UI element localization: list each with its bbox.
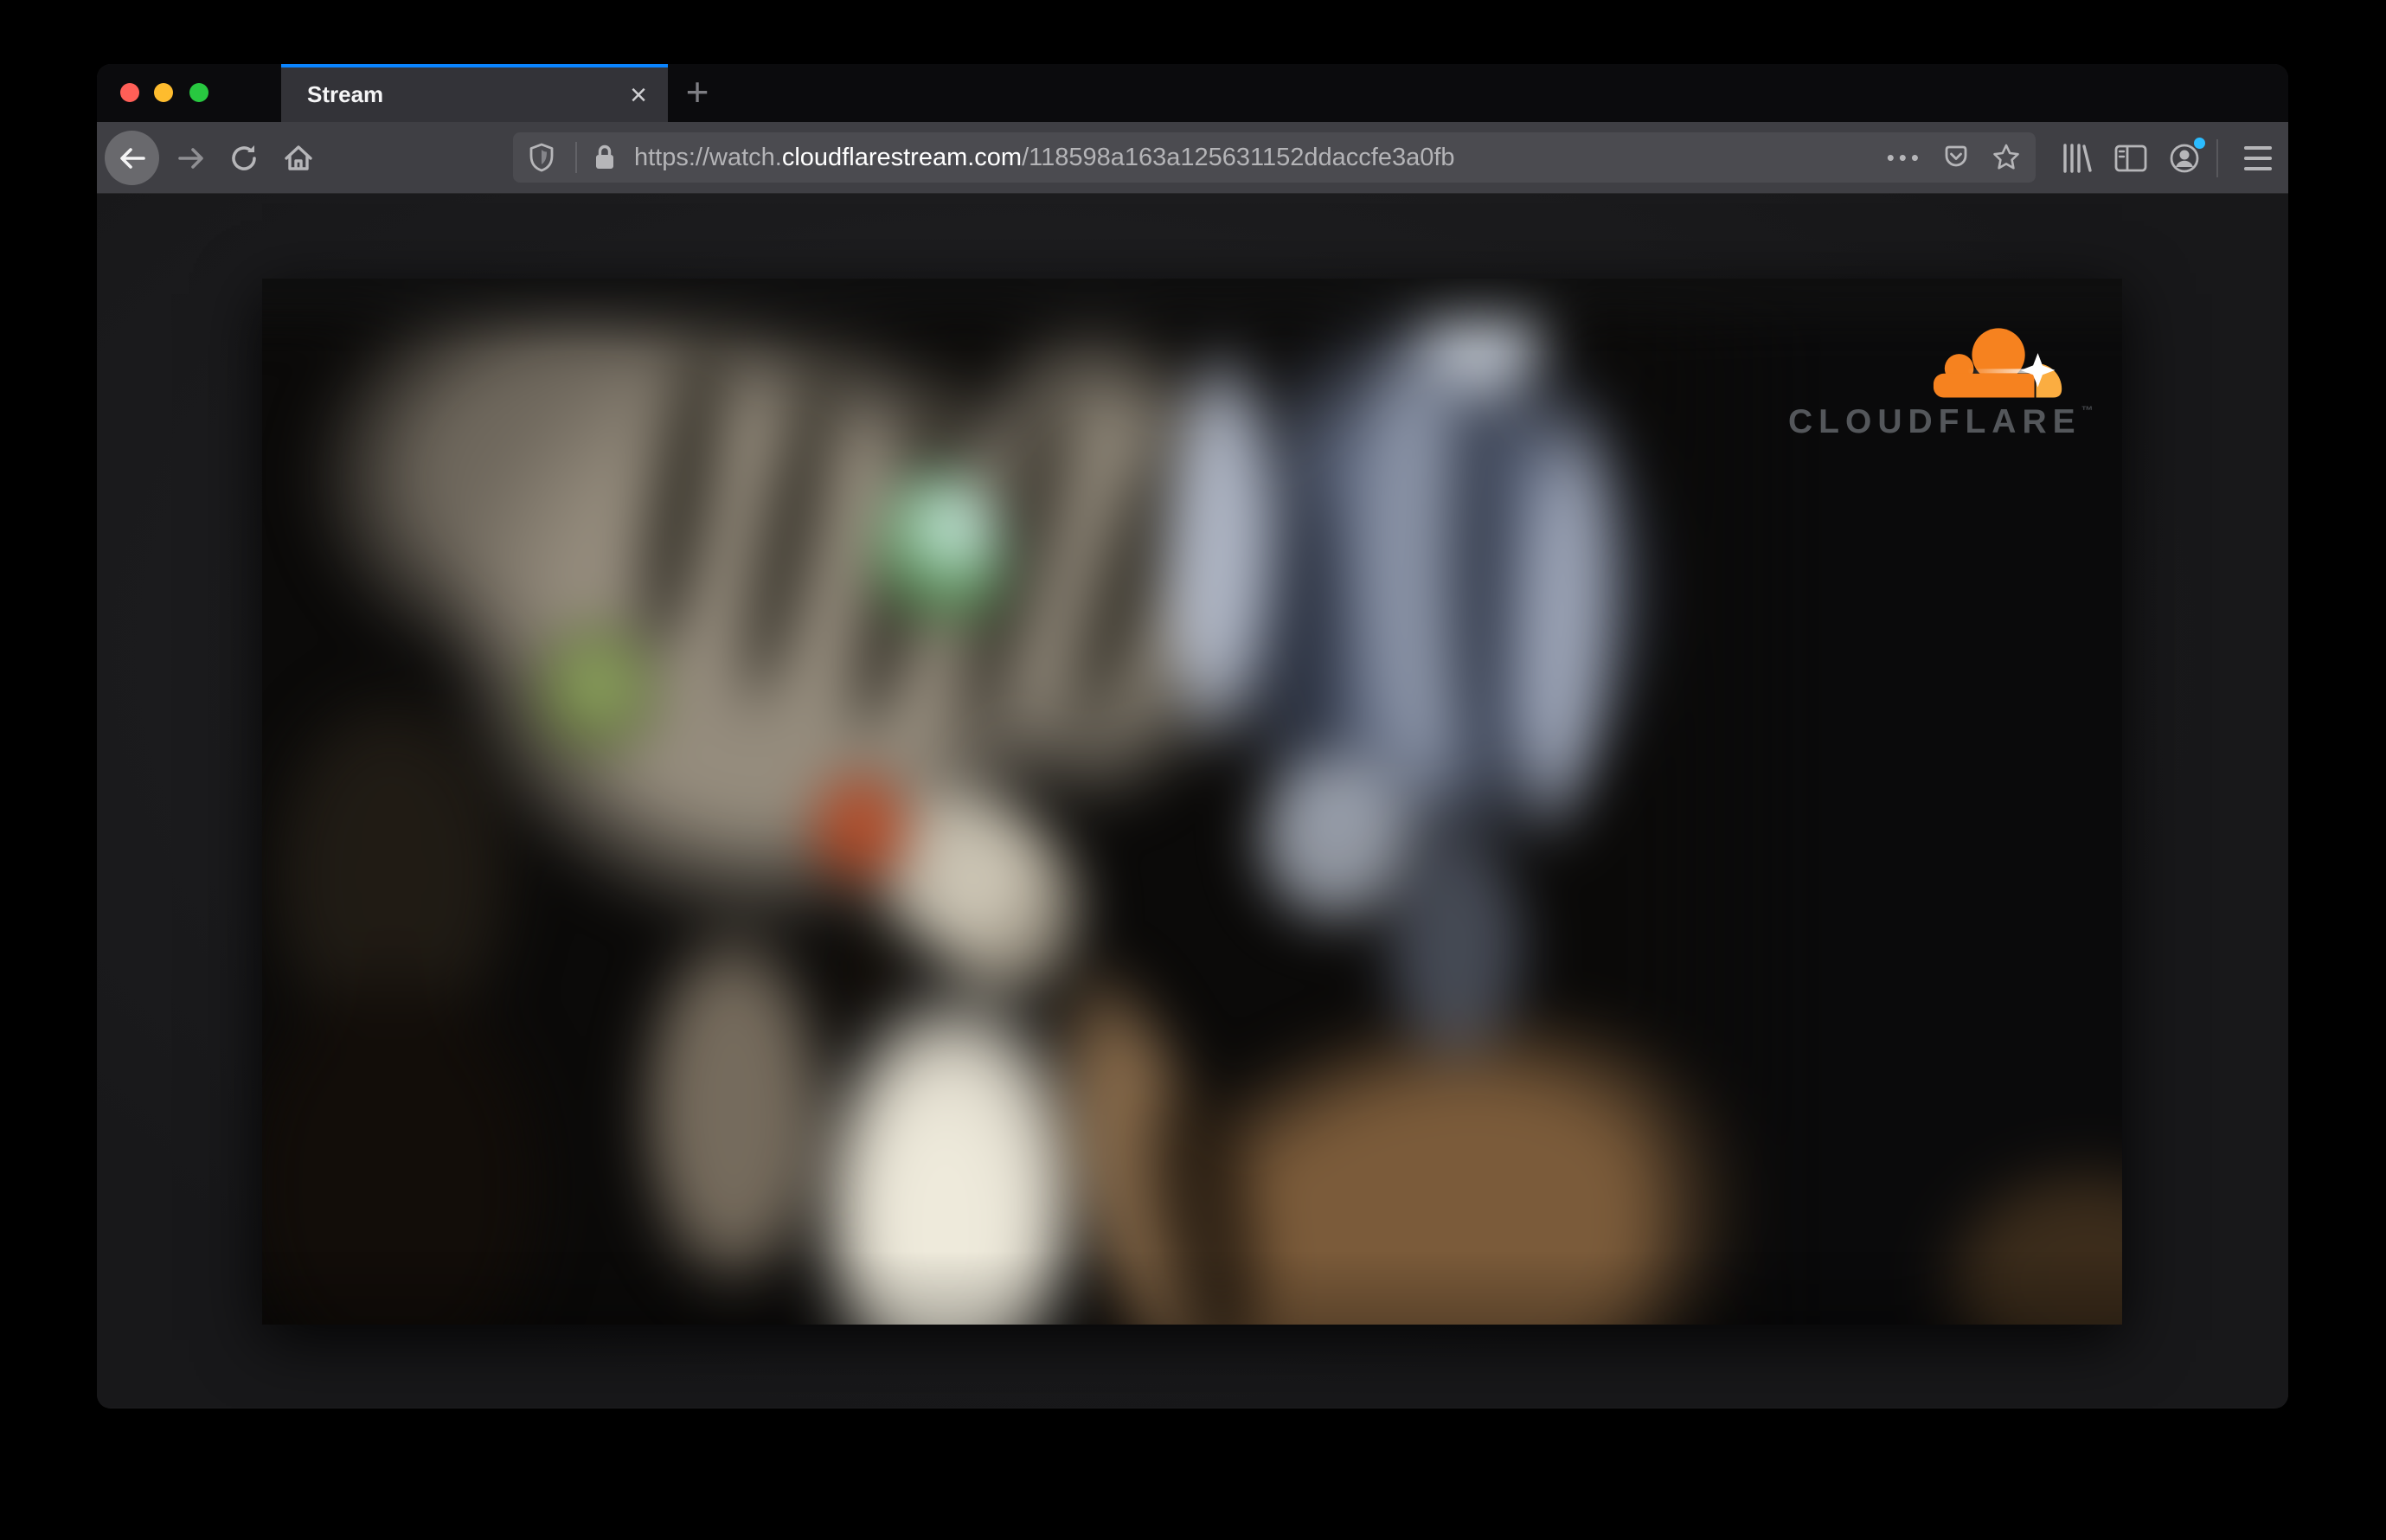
trademark-symbol: ™ xyxy=(2081,403,2094,417)
page-actions-icon[interactable]: ••• xyxy=(1887,144,1923,171)
browser-window: Stream × + https://watch.cloudflarestrea… xyxy=(97,64,2288,1408)
arrow-left-icon xyxy=(119,147,145,169)
urlbar-separator xyxy=(575,142,577,173)
cloudflare-cloud-icon xyxy=(1933,328,2062,398)
reload-button[interactable] xyxy=(225,122,265,194)
close-window-button[interactable] xyxy=(120,83,139,102)
tracking-protection-shield-icon[interactable] xyxy=(529,143,555,172)
forward-button[interactable] xyxy=(171,122,211,194)
library-button[interactable] xyxy=(2052,122,2101,194)
account-button[interactable] xyxy=(2160,122,2209,194)
cloudflare-watermark: CLOUDFLARE™ xyxy=(1788,318,2094,441)
url-prefix: https://watch. xyxy=(634,143,782,171)
tab-close-icon[interactable]: × xyxy=(626,80,651,110)
menu-icon xyxy=(2244,145,2272,150)
url-path: /118598a163a125631152ddaccfe3a0fb xyxy=(1022,143,1455,171)
toolbar-separator xyxy=(2216,139,2218,177)
sidebar-button[interactable] xyxy=(2107,122,2155,194)
home-button[interactable] xyxy=(279,122,318,194)
lock-icon[interactable] xyxy=(593,144,617,171)
tab-title: Stream xyxy=(307,81,384,107)
library-icon xyxy=(2063,143,2092,173)
bookmark-star-icon[interactable] xyxy=(1991,142,2022,173)
new-tab-button[interactable]: + xyxy=(671,71,723,116)
navigation-toolbar: https://watch.cloudflarestream.com/11859… xyxy=(97,122,2288,194)
arrow-right-icon xyxy=(178,147,203,169)
zoom-window-button[interactable] xyxy=(189,83,208,102)
url-text[interactable]: https://watch.cloudflarestream.com/11859… xyxy=(634,144,1878,172)
account-notification-dot xyxy=(2194,138,2205,149)
tab-bar: Stream × + xyxy=(97,64,2288,122)
url-domain: cloudflarestream.com xyxy=(781,143,1023,171)
minimize-window-button[interactable] xyxy=(154,83,173,102)
pocket-icon[interactable] xyxy=(1942,144,1970,171)
back-button[interactable] xyxy=(105,131,159,185)
video-player[interactable]: CLOUDFLARE™ xyxy=(262,279,2122,1325)
address-bar[interactable]: https://watch.cloudflarestream.com/11859… xyxy=(513,132,2036,183)
page-content: CLOUDFLARE™ xyxy=(97,194,2288,1408)
cloudflare-wordmark: CLOUDFLARE™ xyxy=(1788,403,2094,440)
reload-icon xyxy=(232,144,256,170)
menu-button[interactable] xyxy=(2234,122,2282,194)
tab-stream[interactable]: Stream × xyxy=(281,64,668,122)
sidebar-icon xyxy=(2114,144,2147,171)
home-icon xyxy=(285,144,312,170)
